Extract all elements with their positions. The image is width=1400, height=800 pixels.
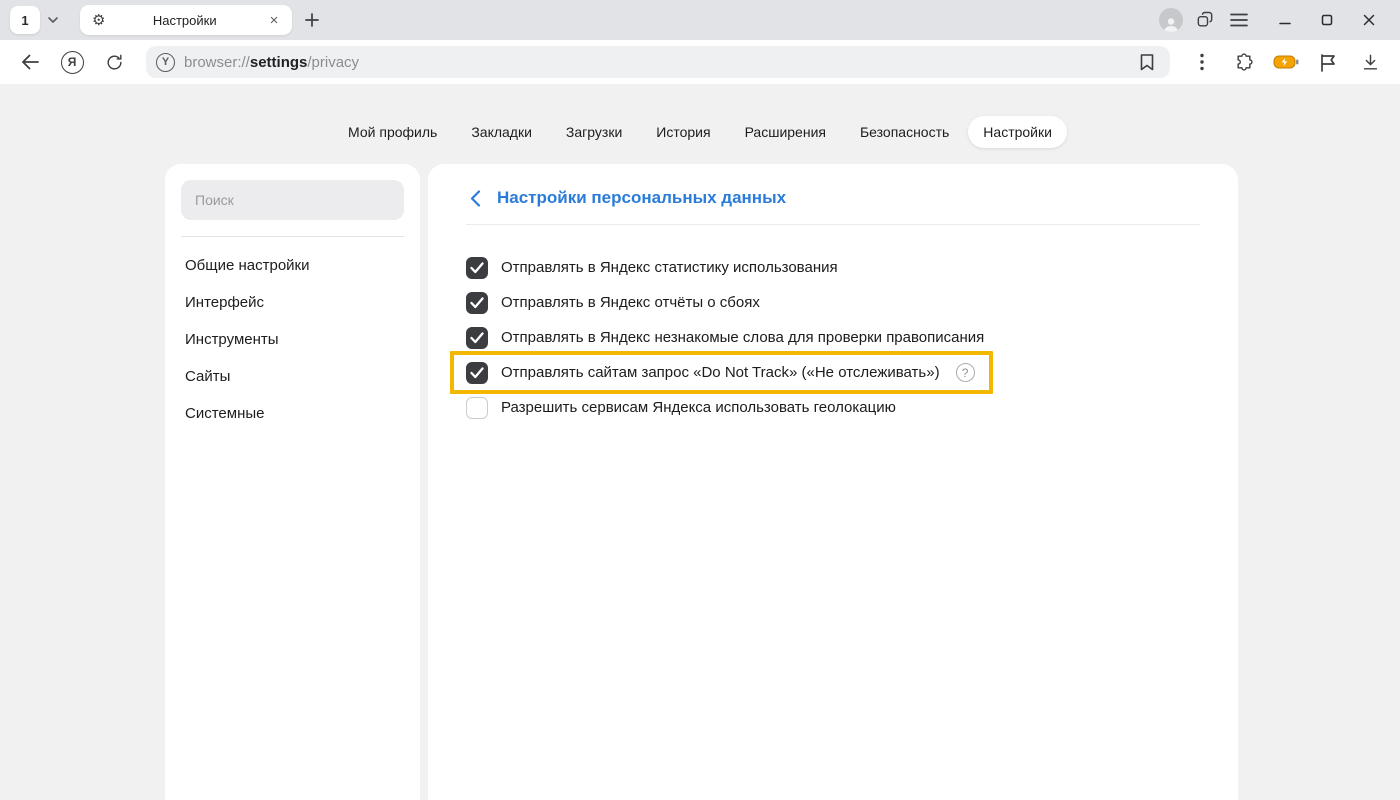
privacy-settings-panel: Настройки персональных данных Отправлять…	[428, 164, 1238, 800]
sidebar-item-sites[interactable]: Сайты	[181, 358, 404, 395]
back-icon[interactable]	[12, 46, 48, 78]
more-options-icon[interactable]	[1184, 46, 1220, 78]
checkbox-list: Отправлять в Яндекс статистику использов…	[466, 250, 1200, 425]
battery-saver-icon[interactable]	[1268, 46, 1304, 78]
checkbox-spellcheck-words[interactable]	[466, 327, 488, 349]
panels-icon[interactable]	[1188, 5, 1222, 35]
search-input[interactable]	[181, 180, 404, 220]
row-spellcheck-words: Отправлять в Яндекс незнакомые слова для…	[466, 320, 1200, 355]
window-controls	[1264, 5, 1390, 35]
avatar	[1159, 8, 1183, 32]
section-header: Настройки персональных данных	[466, 164, 1200, 208]
gear-icon: ⚙	[92, 13, 105, 28]
browser-toolbar: Я Y browser://settings/privacy	[0, 40, 1400, 84]
settings-sidebar: Общие настройки Интерфейс Инструменты Са…	[165, 164, 420, 800]
settings-page: Мой профиль Закладки Загрузки История Ра…	[0, 84, 1400, 800]
address-bar[interactable]: Y browser://settings/privacy	[146, 46, 1170, 78]
row-do-not-track: Отправлять сайтам запрос «Do Not Track» …	[450, 351, 993, 394]
row-usage-statistics: Отправлять в Яндекс статистику использов…	[466, 250, 1200, 285]
download-icon[interactable]	[1352, 46, 1388, 78]
extensions-icon[interactable]	[1226, 46, 1262, 78]
page-title: Настройки персональных данных	[497, 188, 786, 208]
maximize-icon[interactable]	[1306, 5, 1348, 35]
sidebar-item-general[interactable]: Общие настройки	[181, 247, 404, 284]
checkbox-crash-reports[interactable]	[466, 292, 488, 314]
minimize-icon[interactable]	[1264, 5, 1306, 35]
profile-avatar-button[interactable]	[1154, 5, 1188, 35]
yandex-logo-icon[interactable]: Я	[54, 46, 90, 78]
tab-counter: 1	[10, 6, 66, 34]
nav-tab-history[interactable]: История	[641, 116, 725, 148]
row-crash-reports: Отправлять в Яндекс отчёты о сбоях ?	[466, 285, 1200, 320]
close-icon[interactable]	[1348, 5, 1390, 35]
bookmark-icon[interactable]	[1134, 46, 1160, 78]
site-badge-icon: Y	[156, 53, 175, 72]
tab-counter-button[interactable]: 1	[10, 6, 40, 34]
settings-columns: Общие настройки Интерфейс Инструменты Са…	[165, 164, 1238, 800]
checkbox-do-not-track[interactable]	[466, 362, 488, 384]
sidebar-divider	[181, 236, 404, 237]
chevron-down-icon[interactable]	[40, 6, 66, 34]
url-text: browser://settings/privacy	[184, 54, 1125, 71]
section-divider	[466, 224, 1200, 225]
nav-tab-downloads[interactable]: Загрузки	[551, 116, 637, 148]
new-tab-button[interactable]	[298, 6, 326, 34]
browser-window: 1 ⚙ Настройки ×	[0, 0, 1400, 800]
tab-bar: 1 ⚙ Настройки ×	[0, 0, 1400, 40]
browser-tab-settings[interactable]: ⚙ Настройки ×	[80, 5, 292, 35]
nav-tab-profile[interactable]: Мой профиль	[333, 116, 452, 148]
nav-tab-security[interactable]: Безопасность	[845, 116, 964, 148]
sidebar-item-tools[interactable]: Инструменты	[181, 321, 404, 358]
menu-icon[interactable]	[1222, 5, 1256, 35]
tab-close-icon[interactable]: ×	[264, 10, 284, 30]
url-host: settings	[250, 54, 308, 71]
nav-tab-bookmarks[interactable]: Закладки	[456, 116, 547, 148]
row-geolocation: Разрешить сервисам Яндекса использовать …	[466, 390, 1200, 425]
nav-tab-settings[interactable]: Настройки	[968, 116, 1067, 148]
settings-nav: Мой профиль Закладки Загрузки История Ра…	[333, 116, 1067, 148]
reload-icon[interactable]	[96, 46, 132, 78]
url-scheme: browser://	[184, 54, 250, 71]
checkbox-usage-statistics[interactable]	[466, 257, 488, 279]
checkbox-geolocation[interactable]	[466, 397, 488, 419]
tab-title: Настройки	[113, 13, 256, 28]
nav-tab-extensions[interactable]: Расширения	[730, 116, 841, 148]
url-path: /privacy	[307, 54, 359, 71]
help-icon[interactable]: ?	[956, 363, 975, 382]
back-chevron-icon[interactable]	[466, 189, 484, 207]
flag-icon[interactable]	[1310, 46, 1346, 78]
sidebar-item-system[interactable]: Системные	[181, 395, 404, 432]
sidebar-item-interface[interactable]: Интерфейс	[181, 284, 404, 321]
